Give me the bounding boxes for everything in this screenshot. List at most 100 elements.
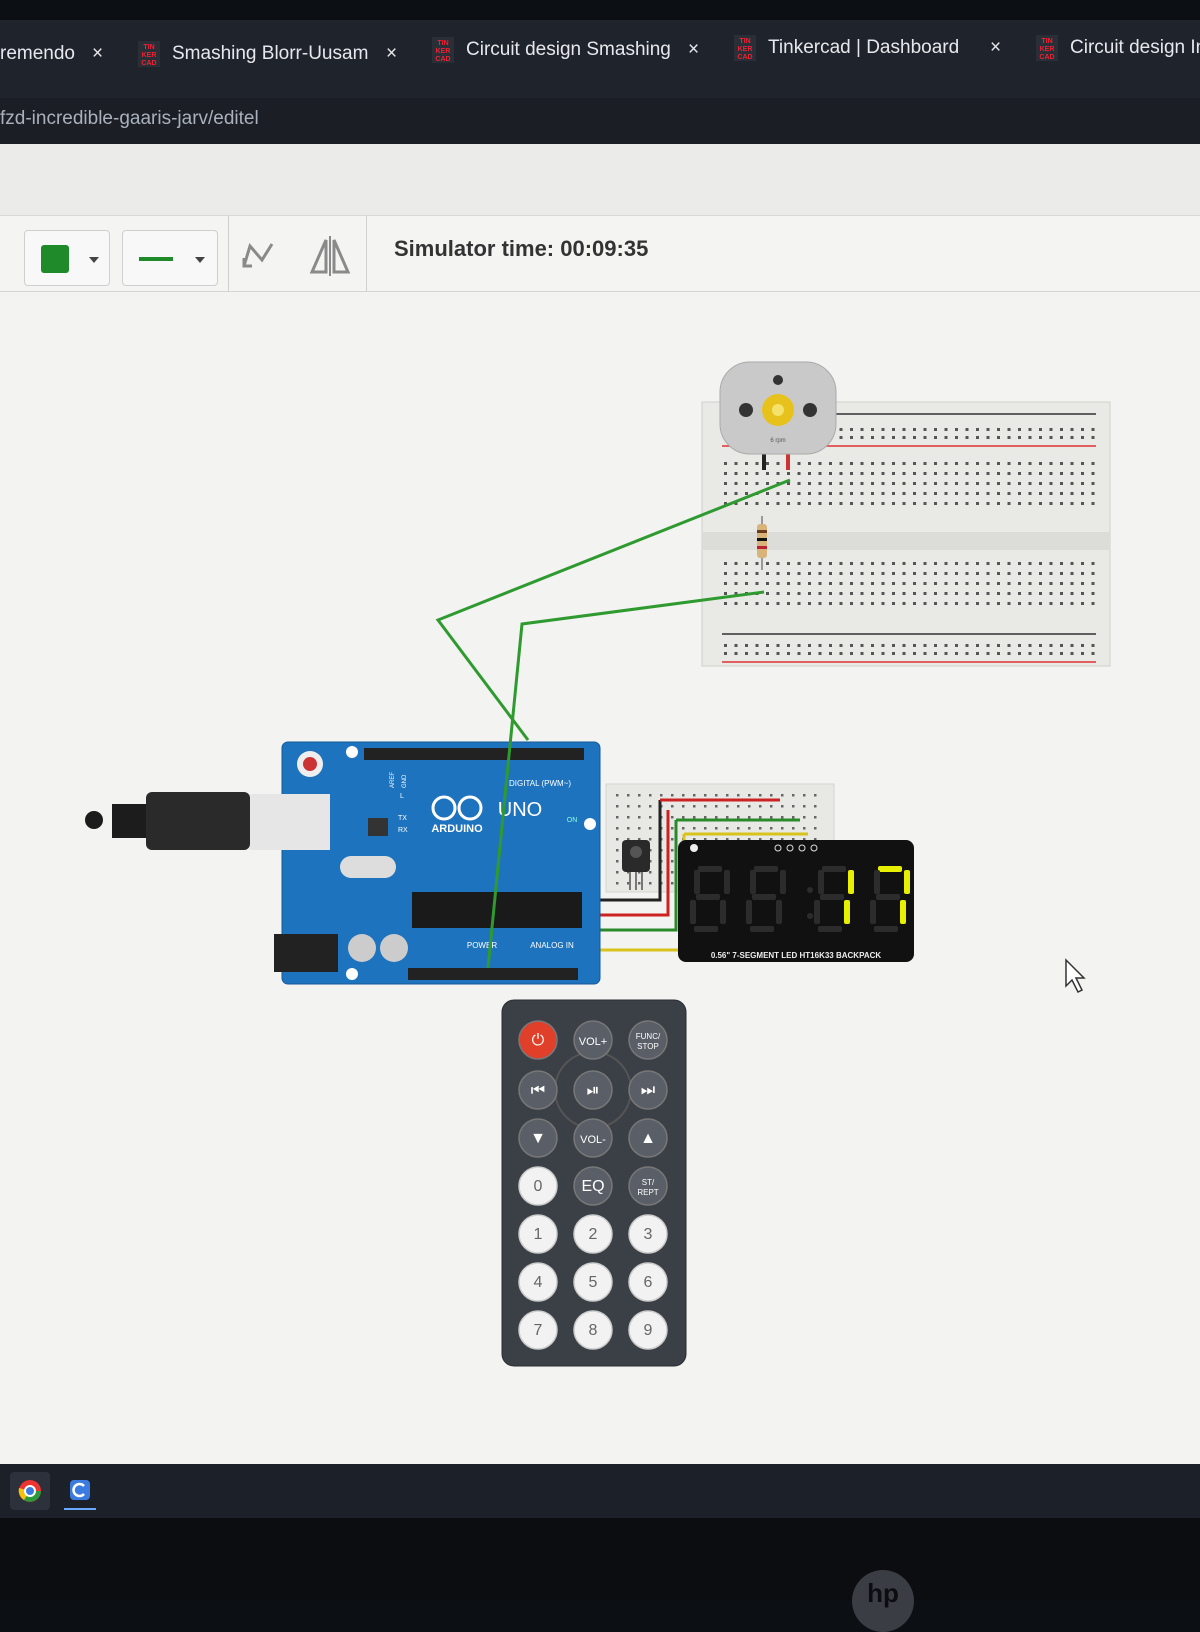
breadboard-hole xyxy=(934,592,937,595)
breadboard-hole xyxy=(1081,644,1084,647)
breadboard-hole xyxy=(892,492,895,495)
breadboard-hole xyxy=(934,582,937,585)
remote-button[interactable]: 4 xyxy=(518,1262,558,1302)
remote-button[interactable]: ▲ xyxy=(628,1118,668,1158)
breadboard-hole xyxy=(1081,482,1084,485)
tab-tinkercad-dashboard[interactable]: TIN KER CAD Tinkercad | Dashboard xyxy=(734,28,959,68)
remote-button[interactable]: 2 xyxy=(573,1214,613,1254)
tab-circuit-design-smashing[interactable]: TIN KER CAD Circuit design Smashing xyxy=(432,30,671,70)
breadboard-hole xyxy=(704,794,707,797)
remote-button-label: VOL- xyxy=(580,1134,606,1146)
remote-button[interactable]: 9 xyxy=(628,1310,668,1350)
breadboard-hole xyxy=(797,652,801,655)
breadboard-hole xyxy=(850,562,853,565)
breadboard-hole xyxy=(616,838,619,841)
tab-close-button[interactable]: × xyxy=(92,34,103,74)
breadboard-hole xyxy=(787,644,790,647)
breadboard-hole xyxy=(1081,428,1084,431)
breadboard-hole xyxy=(913,592,916,595)
remote-button[interactable]: EQ xyxy=(573,1166,613,1206)
remote-button[interactable]: VOL- xyxy=(573,1118,613,1158)
remote-button[interactable]: 3 xyxy=(628,1214,668,1254)
breadboard-hole xyxy=(745,492,748,495)
breadboard-hole xyxy=(881,472,885,475)
dc-jack xyxy=(274,934,338,972)
url-text[interactable]: fzd-incredible-gaaris-jarv/editel xyxy=(0,108,259,130)
breadboard-hole xyxy=(776,492,780,495)
breadboard-hole xyxy=(923,428,927,431)
breadboard-hole xyxy=(913,562,916,565)
chrome-taskbar-button[interactable] xyxy=(10,1472,50,1510)
remote-button[interactable]: 7 xyxy=(518,1310,558,1350)
remote-button[interactable]: 5 xyxy=(573,1262,613,1302)
remote-button[interactable]: ⏮ xyxy=(518,1070,558,1110)
remote-button[interactable]: ⏯ xyxy=(573,1070,613,1110)
remote-button[interactable]: ⏭ xyxy=(628,1070,668,1110)
breadboard-hole xyxy=(860,592,864,595)
breadboard-hole xyxy=(1028,482,1032,485)
remote-button[interactable]: ▼ xyxy=(518,1118,558,1158)
remote-button[interactable]: FUNC/STOP xyxy=(628,1020,668,1060)
breadboard-hole xyxy=(850,428,853,431)
breadboard-hole xyxy=(881,644,885,647)
remote-button[interactable]: ST/REPT xyxy=(628,1166,668,1206)
circuit-canvas[interactable]: 6 rpm 0.56" 7-SEGMENT LED HT16K33 BACKPA… xyxy=(0,292,1200,1464)
remote-button[interactable]: ⏻ xyxy=(518,1020,558,1060)
breadboard-hole xyxy=(881,482,885,485)
line-style-dropdown[interactable] xyxy=(122,230,218,286)
remote-button[interactable]: 1 xyxy=(518,1214,558,1254)
remote-button[interactable]: 8 xyxy=(573,1310,613,1350)
svg-text:KER: KER xyxy=(142,52,157,59)
tab-close-button[interactable]: × xyxy=(688,30,699,70)
seven-segment-display[interactable]: 0.56" 7-SEGMENT LED HT16K33 BACKPACK xyxy=(678,840,914,962)
breadboard-hole xyxy=(1091,472,1095,475)
segment xyxy=(750,870,756,894)
breadboard-hole xyxy=(892,502,895,505)
remote-button[interactable]: VOL+ xyxy=(573,1020,613,1060)
fill-color-dropdown[interactable] xyxy=(24,230,110,286)
svg-text:KER: KER xyxy=(436,48,451,55)
breadboard-hole xyxy=(715,805,718,808)
breadboard-hole xyxy=(1018,592,1021,595)
breadboard-hole xyxy=(803,805,806,808)
breadboard-hole xyxy=(965,472,969,475)
flip-icon[interactable] xyxy=(306,232,354,280)
breadboard-hole xyxy=(627,805,630,808)
breadboard-hole xyxy=(965,582,969,585)
breadboard-hole xyxy=(682,794,685,797)
breadboard-hole xyxy=(860,644,864,647)
rotate-icon[interactable] xyxy=(236,236,280,276)
breadboard-hole xyxy=(1039,592,1042,595)
tab-smashing-blorr[interactable]: TIN KER CAD Smashing Blorr-Uusam xyxy=(138,34,368,74)
app-taskbar-button[interactable] xyxy=(64,1472,96,1510)
tab-close-button[interactable]: × xyxy=(386,34,397,74)
breadboard-hole xyxy=(955,602,958,605)
remote-button[interactable]: 6 xyxy=(628,1262,668,1302)
breadboard-hole xyxy=(923,492,927,495)
breadboard-hole xyxy=(934,572,937,575)
breadboard-hole xyxy=(755,462,759,465)
breadboard-hole xyxy=(997,482,1000,485)
breadboard-hole xyxy=(871,436,874,439)
breadboard-hole xyxy=(1039,472,1042,475)
arduino-uno[interactable]: ARDUINO UNO DIGITAL (PWM~) POWER ANALOG … xyxy=(274,741,601,985)
breadboard-hole xyxy=(638,827,641,830)
tab-remendo[interactable]: remendo xyxy=(0,34,75,74)
breadboard-hole xyxy=(913,482,916,485)
breadboard-hole xyxy=(671,805,674,808)
breadboard-hole xyxy=(766,644,769,647)
segment xyxy=(874,926,898,932)
ir-remote[interactable]: ⏻ VOL+ FUNC/STOP ⏮ ⏯ ⏭ ▼ VOL- ▲ 0 EQ ST/REPT 1 2 3 4 5 6 7… xyxy=(501,999,687,1367)
breadboard-hole xyxy=(986,482,990,485)
usb-cable[interactable] xyxy=(85,792,330,850)
breadboard-hole xyxy=(976,492,979,495)
remote-button[interactable]: 0 xyxy=(518,1166,558,1206)
breadboard-hole xyxy=(776,572,780,575)
breadboard-hole xyxy=(934,462,937,465)
breadboard-hole xyxy=(766,502,769,505)
tab-close-button[interactable]: × xyxy=(990,28,1001,68)
tab-circuit-design-in[interactable]: TIN KER CAD Circuit design In xyxy=(1036,28,1200,68)
breadboard-hole xyxy=(913,652,916,655)
breadboard-hole xyxy=(1049,602,1053,605)
breadboard-hole xyxy=(1060,582,1063,585)
